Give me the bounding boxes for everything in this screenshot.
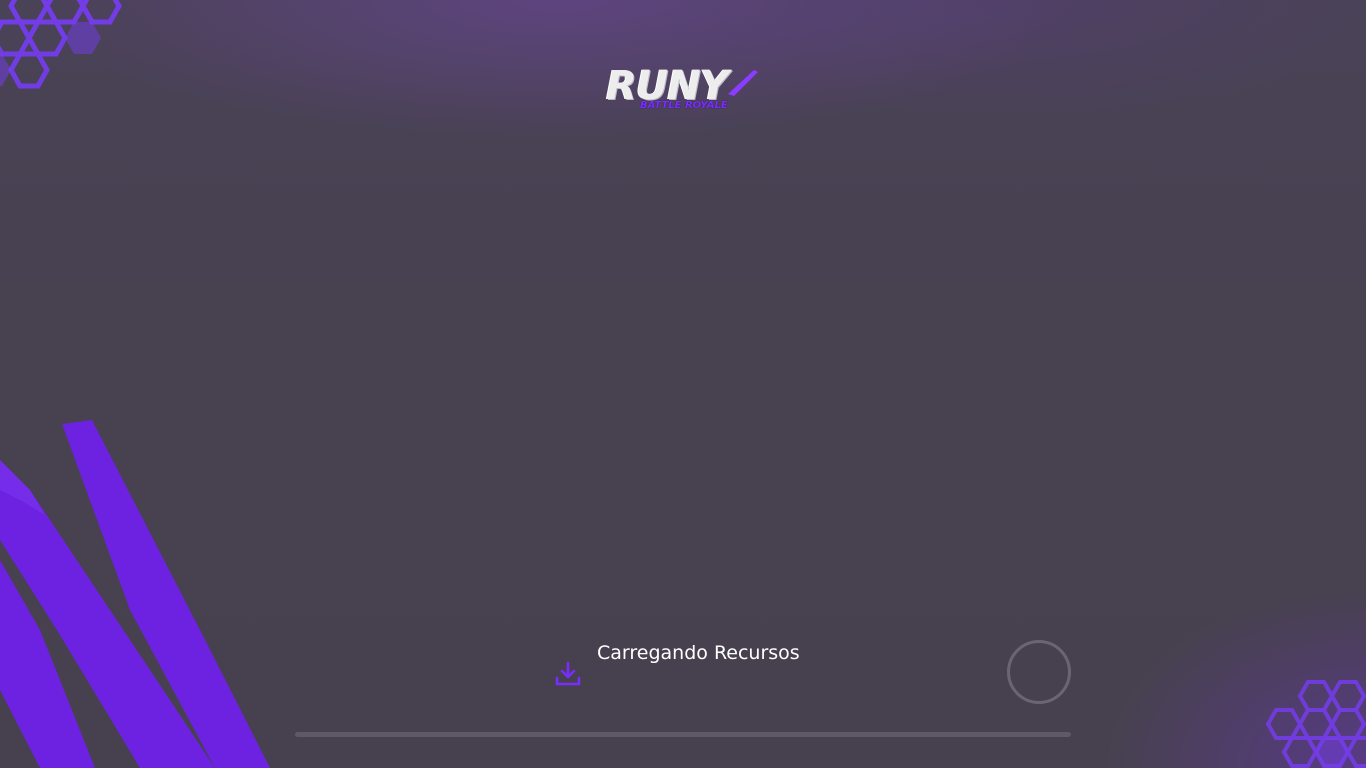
- hexagon-pattern-decoration: [0, 0, 122, 89]
- game-logo: RUNY BATTLE ROYALE: [606, 64, 758, 118]
- logo-slash-icon: [728, 70, 758, 96]
- loading-status-text: Carregando Recursos: [597, 642, 800, 664]
- loading-progress-bar: [295, 732, 1071, 737]
- logo-subtitle: BATTLE ROYALE: [640, 100, 728, 111]
- brush-stroke-decoration: [0, 420, 270, 768]
- loading-screen: RUNY BATTLE ROYALE Carregando Recursos: [0, 0, 1366, 768]
- hexagon-pattern-decoration: [1265, 680, 1366, 768]
- download-icon: [555, 661, 581, 686]
- loading-spinner-icon: [1007, 640, 1071, 704]
